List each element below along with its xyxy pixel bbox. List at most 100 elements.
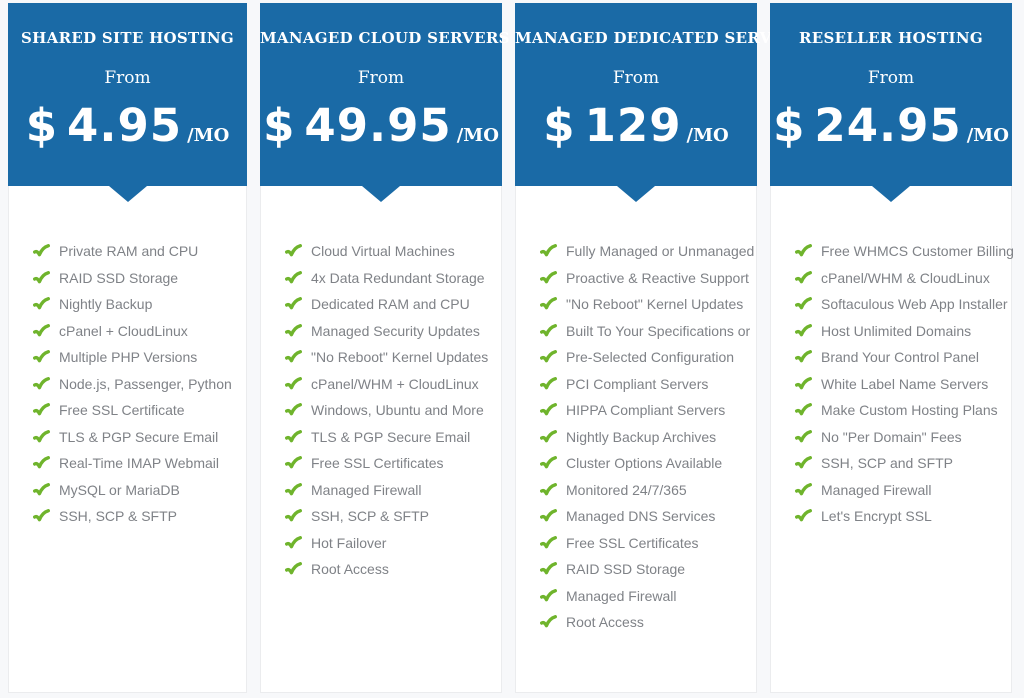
feature-label: Softaculous Web App Installer (821, 296, 1008, 312)
feature-item: Private RAM and CPU (33, 238, 240, 265)
feature-label: Make Custom Hosting Plans (821, 402, 998, 418)
feature-item: Free WHMCS Customer Billing (795, 238, 1005, 265)
feature-label: Managed Firewall (821, 482, 932, 498)
check-icon (33, 509, 50, 523)
feature-item: Softaculous Web App Installer (795, 291, 1005, 318)
feature-item: cPanel + CloudLinux (33, 318, 240, 345)
feature-item: Brand Your Control Panel (795, 344, 1005, 371)
feature-item: Host Unlimited Domains (795, 318, 1005, 345)
check-icon (285, 244, 302, 258)
feature-label: TLS & PGP Secure Email (311, 429, 470, 445)
feature-item: Let's Encrypt SSL (795, 503, 1005, 530)
plan-header[interactable]: MANAGED CLOUD SERVERS From $49.95/MO (260, 3, 502, 186)
feature-label: Monitored 24/7/365 (566, 482, 687, 498)
feature-label: Brand Your Control Panel (821, 349, 979, 365)
feature-label: SSH, SCP and SFTP (821, 455, 953, 471)
check-icon (795, 403, 812, 417)
feature-item: SSH, SCP and SFTP (795, 450, 1005, 477)
plan-card[interactable]: MANAGED CLOUD SERVERS From $49.95/MO Clo… (260, 3, 502, 693)
check-icon (795, 244, 812, 258)
check-icon (285, 483, 302, 497)
feature-item: Nightly Backup (33, 291, 240, 318)
feature-label: PCI Compliant Servers (566, 376, 708, 392)
plan-card[interactable]: RESELLER HOSTING From $24.95/MO Free WHM… (770, 3, 1012, 693)
check-icon (540, 297, 557, 311)
feature-label: RAID SSD Storage (566, 561, 685, 577)
check-icon (285, 509, 302, 523)
plan-card[interactable]: SHARED SITE HOSTING From $4.95/MO Privat… (8, 3, 247, 693)
feature-item: Real-Time IMAP Webmail (33, 450, 240, 477)
feature-item: RAID SSD Storage (33, 265, 240, 292)
check-icon (795, 509, 812, 523)
price-amount: 49.95 (304, 99, 451, 152)
price-amount: 129 (585, 99, 682, 152)
feature-item: Managed Firewall (795, 477, 1005, 504)
plan-price: $4.95/MO (8, 102, 247, 160)
check-icon (285, 403, 302, 417)
feature-item: Dedicated RAM and CPU (285, 291, 495, 318)
plan-header[interactable]: SHARED SITE HOSTING From $4.95/MO (8, 3, 247, 186)
plan-header[interactable]: MANAGED DEDICATED SERVERS From $129/MO (515, 3, 757, 186)
feature-label: Free SSL Certificates (566, 535, 699, 551)
check-icon (33, 456, 50, 470)
check-icon (33, 297, 50, 311)
plan-price: $129/MO (515, 102, 757, 160)
plan-header[interactable]: RESELLER HOSTING From $24.95/MO (770, 3, 1012, 186)
check-icon (285, 350, 302, 364)
check-icon (540, 483, 557, 497)
currency-symbol: $ (773, 99, 805, 152)
feature-label: "No Reboot" Kernel Updates (566, 296, 743, 312)
feature-label: MySQL or MariaDB (59, 482, 180, 498)
feature-item: Node.js, Passenger, Python (33, 371, 240, 398)
check-icon (285, 430, 302, 444)
feature-label: Managed Firewall (566, 588, 677, 604)
feature-item: Make Custom Hosting Plans (795, 397, 1005, 424)
feature-label: Root Access (566, 614, 644, 630)
feature-label: Hot Failover (311, 535, 386, 551)
feature-label: Cloud Virtual Machines (311, 243, 455, 259)
feature-item: PCI Compliant Servers (540, 371, 750, 398)
feature-label: Windows, Ubuntu and More (311, 402, 484, 418)
check-icon (540, 403, 557, 417)
check-icon (540, 562, 557, 576)
check-icon (285, 377, 302, 391)
feature-label: Pre-Selected Configuration (566, 349, 734, 365)
feature-label: Nightly Backup Archives (566, 429, 716, 445)
feature-item: "No Reboot" Kernel Updates (285, 344, 495, 371)
feature-label: TLS & PGP Secure Email (59, 429, 218, 445)
feature-label: Dedicated RAM and CPU (311, 296, 470, 312)
feature-label: Proactive & Reactive Support (566, 270, 749, 286)
check-icon (795, 456, 812, 470)
check-icon (540, 456, 557, 470)
feature-item: TLS & PGP Secure Email (285, 424, 495, 451)
check-icon (540, 509, 557, 523)
feature-label: Real-Time IMAP Webmail (59, 455, 219, 471)
feature-item: TLS & PGP Secure Email (33, 424, 240, 451)
arrow-down-pointer (617, 186, 655, 202)
feature-item: Root Access (540, 609, 750, 636)
feature-label: Free SSL Certificates (311, 455, 444, 471)
check-icon (285, 271, 302, 285)
feature-item: Cluster Options Available (540, 450, 750, 477)
check-icon (540, 244, 557, 258)
plan-from-label: From (260, 69, 502, 88)
plan-card[interactable]: MANAGED DEDICATED SERVERS From $129/MO F… (515, 3, 757, 693)
feature-item: Multiple PHP Versions (33, 344, 240, 371)
feature-item: cPanel/WHM & CloudLinux (795, 265, 1005, 292)
feature-item: Free SSL Certificate (33, 397, 240, 424)
feature-label: "No Reboot" Kernel Updates (311, 349, 488, 365)
feature-item: Built To Your Specifications or (540, 318, 750, 345)
feature-label: Node.js, Passenger, Python (59, 376, 232, 392)
plan-title: SHARED SITE HOSTING (8, 3, 247, 48)
feature-label: No "Per Domain" Fees (821, 429, 962, 445)
feature-item: Fully Managed or Unmanaged (540, 238, 750, 265)
feature-label: Fully Managed or Unmanaged (566, 243, 754, 259)
feature-label: Free WHMCS Customer Billing (821, 243, 1014, 259)
price-amount: 4.95 (67, 99, 182, 152)
feature-item: White Label Name Servers (795, 371, 1005, 398)
feature-item: Managed Firewall (285, 477, 495, 504)
feature-list: Fully Managed or Unmanaged Proactive & Re… (516, 186, 756, 636)
feature-item: Managed DNS Services (540, 503, 750, 530)
feature-label: 4x Data Redundant Storage (311, 270, 485, 286)
feature-label: Private RAM and CPU (59, 243, 198, 259)
